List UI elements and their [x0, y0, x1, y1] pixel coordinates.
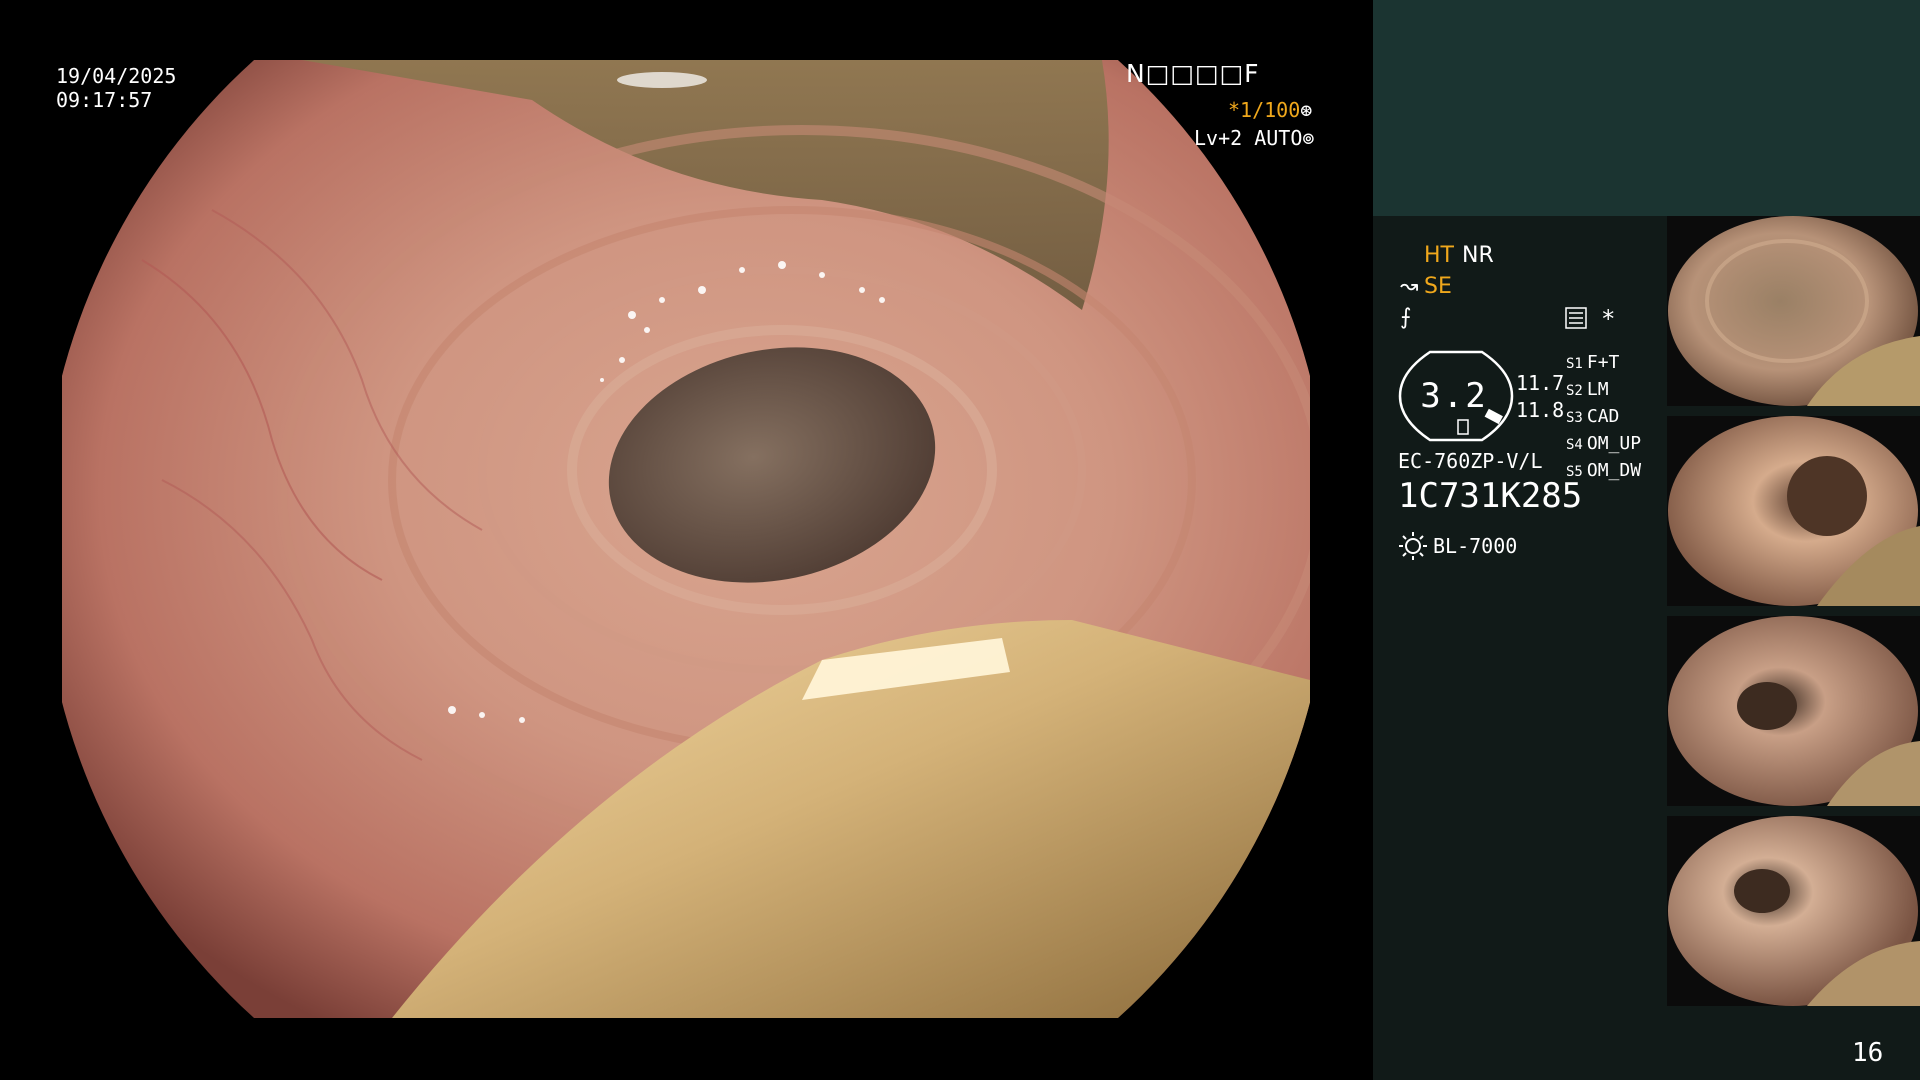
thumbnail-image: [1668, 416, 1920, 606]
settings-list: S1 F+T S2 LM S3 CAD S4 OM_UP S5 OM_DW: [1566, 350, 1641, 485]
brightness-level: Lv+2 AUTO⊚: [1194, 126, 1314, 150]
info-header: [1373, 0, 1920, 216]
page-number: 16: [1852, 1038, 1884, 1068]
scope-serial: 1C731K285: [1398, 476, 1583, 516]
captured-image-thumbnail[interactable]: [1667, 616, 1920, 806]
nr-indicator: NR: [1462, 243, 1494, 268]
ht-indicator: HT: [1424, 243, 1454, 268]
patient-code: N□□□□F: [1126, 59, 1260, 88]
zoom-value: 3.2: [1420, 376, 1488, 416]
light-source-model: BL-7000: [1433, 534, 1518, 558]
setting-value: OM_UP: [1586, 433, 1642, 454]
asterisk-indicator: *: [1601, 305, 1616, 333]
zoom-reading-bottom: 11.8: [1516, 398, 1565, 422]
setting-value: CAD: [1586, 406, 1620, 427]
menu-icon: [1565, 307, 1587, 329]
setting-value: OM_DW: [1586, 460, 1642, 481]
setting-key: S4: [1566, 437, 1583, 453]
thumbnail-image: [1668, 816, 1920, 1006]
setting-key: S2: [1566, 383, 1583, 399]
thumbnail-image: [1668, 216, 1920, 406]
setting-row: S3 CAD: [1566, 404, 1641, 431]
auto-iris-icon: ⊚: [1302, 126, 1315, 150]
shutter-value: *1/100: [1228, 98, 1301, 122]
colon-lumen-image: [62, 60, 1310, 1018]
brightness-value: Lv+2 AUTO: [1194, 126, 1303, 150]
captured-image-thumbnail[interactable]: [1667, 216, 1920, 406]
captured-image-thumbnail[interactable]: [1667, 816, 1920, 1006]
exam-date: 19/04/2025: [56, 64, 177, 88]
setting-value: LM: [1586, 379, 1609, 400]
setting-row: S4 OM_UP: [1566, 431, 1641, 458]
se-indicator: SE: [1424, 274, 1452, 299]
function-icon: ⨍: [1400, 305, 1412, 330]
setting-value: F+T: [1586, 352, 1620, 373]
setting-key: S1: [1566, 356, 1583, 372]
thumbnail-image: [1668, 616, 1920, 806]
setting-row: S1 F+T: [1566, 350, 1641, 377]
zoom-reading-top: 11.7: [1516, 371, 1565, 395]
shutter-indicator: *1/100⊛: [1228, 98, 1312, 122]
scope-model: EC-760ZP-V/L: [1398, 449, 1543, 473]
setting-row: S2 LM: [1566, 377, 1641, 404]
exam-time: 09:17:57: [56, 88, 153, 112]
shutter-icon: ⊛: [1300, 98, 1313, 122]
endoscopic-image: [62, 60, 1310, 1018]
setting-key: S3: [1566, 410, 1583, 426]
captured-image-thumbnail[interactable]: [1667, 416, 1920, 606]
endoscope-view: 19/04/2025 09:17:57 N□□□□F *1/100⊛ Lv+2 …: [0, 0, 1373, 1080]
structure-enhance-icon: ↝: [1400, 274, 1419, 299]
light-source-icon: [1399, 532, 1427, 560]
